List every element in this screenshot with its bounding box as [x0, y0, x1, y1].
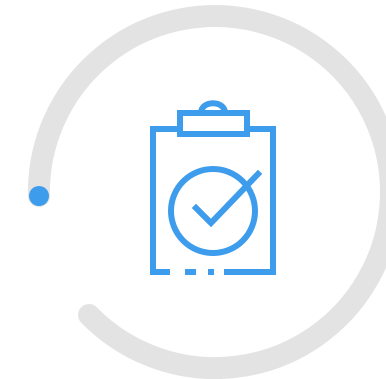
progress-widget [0, 0, 386, 379]
progress-ring [27, 5, 386, 379]
clipboard-check-icon [150, 100, 276, 275]
progress-indicator-dot [29, 186, 49, 206]
progress-track [27, 5, 386, 379]
